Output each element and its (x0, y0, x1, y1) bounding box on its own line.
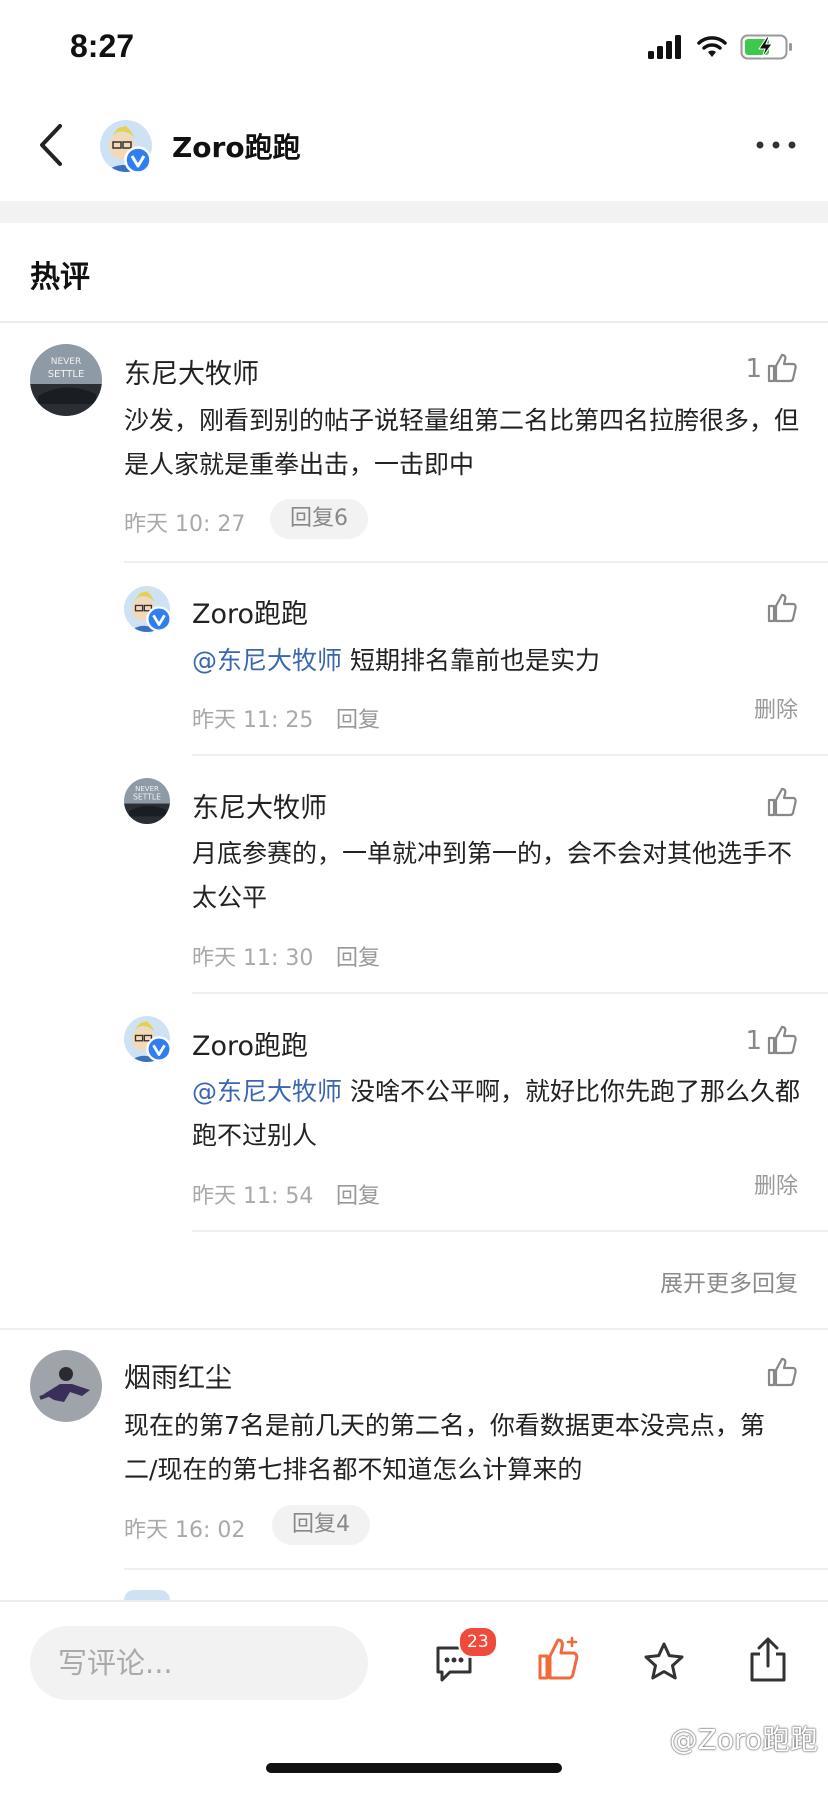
share-icon[interactable] (746, 1636, 790, 1684)
divider (192, 992, 828, 994)
reply-username[interactable]: 东尼大牧师 (192, 786, 327, 825)
like-button[interactable] (762, 1356, 798, 1388)
reply-time: 昨天 11: 25 (192, 708, 314, 733)
reply-text: 月底参赛的，一单就冲到第一的，会不会对其他选手不太公平 (192, 839, 793, 912)
delete-button[interactable]: 删除 (754, 692, 798, 724)
thumbs-up-icon (767, 593, 797, 623)
reply-button[interactable]: 回复 (336, 940, 380, 972)
comment-time: 昨天 10: 27 (124, 512, 246, 537)
back-arrow-icon[interactable] (32, 122, 72, 168)
reply-time: 昨天 11: 30 (192, 946, 314, 971)
verified-badge-icon (146, 606, 172, 632)
thumbs-up-icon (767, 787, 797, 817)
like-button[interactable]: 1 (745, 1024, 798, 1056)
reply-text: @东尼大牧师 短期排名靠前也是实力 (192, 639, 804, 683)
avatar-dongni[interactable]: NEVER SETTLE (30, 344, 102, 416)
reply-username[interactable]: Zoro跑跑 (192, 592, 308, 631)
avatar-dongni[interactable]: NEVER SETTLE (124, 778, 170, 824)
delete-button[interactable]: 删除 (754, 1168, 798, 1200)
like-button[interactable] (762, 592, 798, 624)
thumbs-up-icon (767, 353, 797, 383)
divider (0, 1328, 828, 1330)
section-separator (0, 201, 828, 223)
status-time: 8:27 (70, 28, 135, 64)
avatar-yanyu[interactable] (30, 1350, 102, 1422)
page-title: Zoro跑跑 (172, 131, 301, 164)
reply-body: 短期排名靠前也是实力 (342, 646, 600, 675)
comment-text: 现在的第7名是前几天的第二名，你看数据更本没亮点，第二/现在的第七排名都不知道怎… (124, 1411, 765, 1484)
like-count: 1 (745, 354, 762, 384)
hot-comments-title: 热评 (30, 260, 90, 295)
star-icon[interactable] (642, 1640, 686, 1684)
verified-badge-icon (146, 1036, 172, 1062)
avatar-zoro-partial (124, 1590, 170, 1600)
svg-text:NEVER: NEVER (135, 784, 159, 793)
reply-username[interactable]: Zoro跑跑 (192, 1024, 308, 1063)
thumbs-up-icon (767, 1025, 797, 1055)
like-count: 1 (745, 1026, 762, 1056)
mention-link[interactable]: @东尼大牧师 (192, 1077, 342, 1106)
expand-more-replies-button[interactable]: 展开更多回复 (660, 1264, 798, 1298)
svg-text:SETTLE: SETTLE (48, 369, 85, 380)
home-indicator[interactable] (266, 1763, 562, 1773)
divider (0, 321, 828, 323)
status-icons (648, 34, 794, 60)
comment-username[interactable]: 东尼大牧师 (124, 352, 259, 391)
comment-input[interactable]: 写评论... (30, 1626, 368, 1700)
reply-count-button[interactable]: 回复6 (270, 499, 368, 539)
reply-button[interactable]: 回复 (336, 1178, 380, 1210)
wifi-icon (697, 36, 727, 57)
reply-time: 昨天 11: 54 (192, 1184, 314, 1209)
divider (192, 754, 828, 756)
comment-count-badge: 23 (458, 1626, 498, 1658)
comment-username[interactable]: 烟雨红尘 (124, 1356, 232, 1395)
svg-text:NEVER: NEVER (51, 357, 82, 367)
mention-link[interactable]: @东尼大牧师 (192, 646, 342, 675)
divider (192, 1230, 828, 1232)
comment-text: 沙发，刚看到别的帖子说轻量组第二名比第四名拉胯很多，但是人家就是重拳出击，一击即… (124, 406, 800, 479)
thumbs-up-liked-icon[interactable] (536, 1636, 580, 1682)
svg-text:SETTLE: SETTLE (133, 793, 161, 802)
signal-icon (648, 35, 681, 59)
verified-badge-icon (124, 146, 152, 174)
comment-time: 昨天 16: 02 (124, 1518, 246, 1543)
battery-charging-icon (740, 34, 792, 60)
divider (124, 1568, 828, 1570)
reply-text: @东尼大牧师 没啥不公平啊，就好比你先跑了那么久都跑不过别人 (192, 1070, 804, 1158)
watermark: @Zoro跑跑 (669, 1723, 818, 1756)
reply-button[interactable]: 回复 (336, 702, 380, 734)
like-button[interactable] (762, 786, 798, 818)
divider (124, 561, 828, 563)
thumbs-up-icon (767, 1357, 797, 1387)
more-options-icon[interactable] (754, 130, 798, 160)
like-button[interactable]: 1 (745, 352, 798, 384)
reply-count-button[interactable]: 回复4 (272, 1505, 370, 1545)
